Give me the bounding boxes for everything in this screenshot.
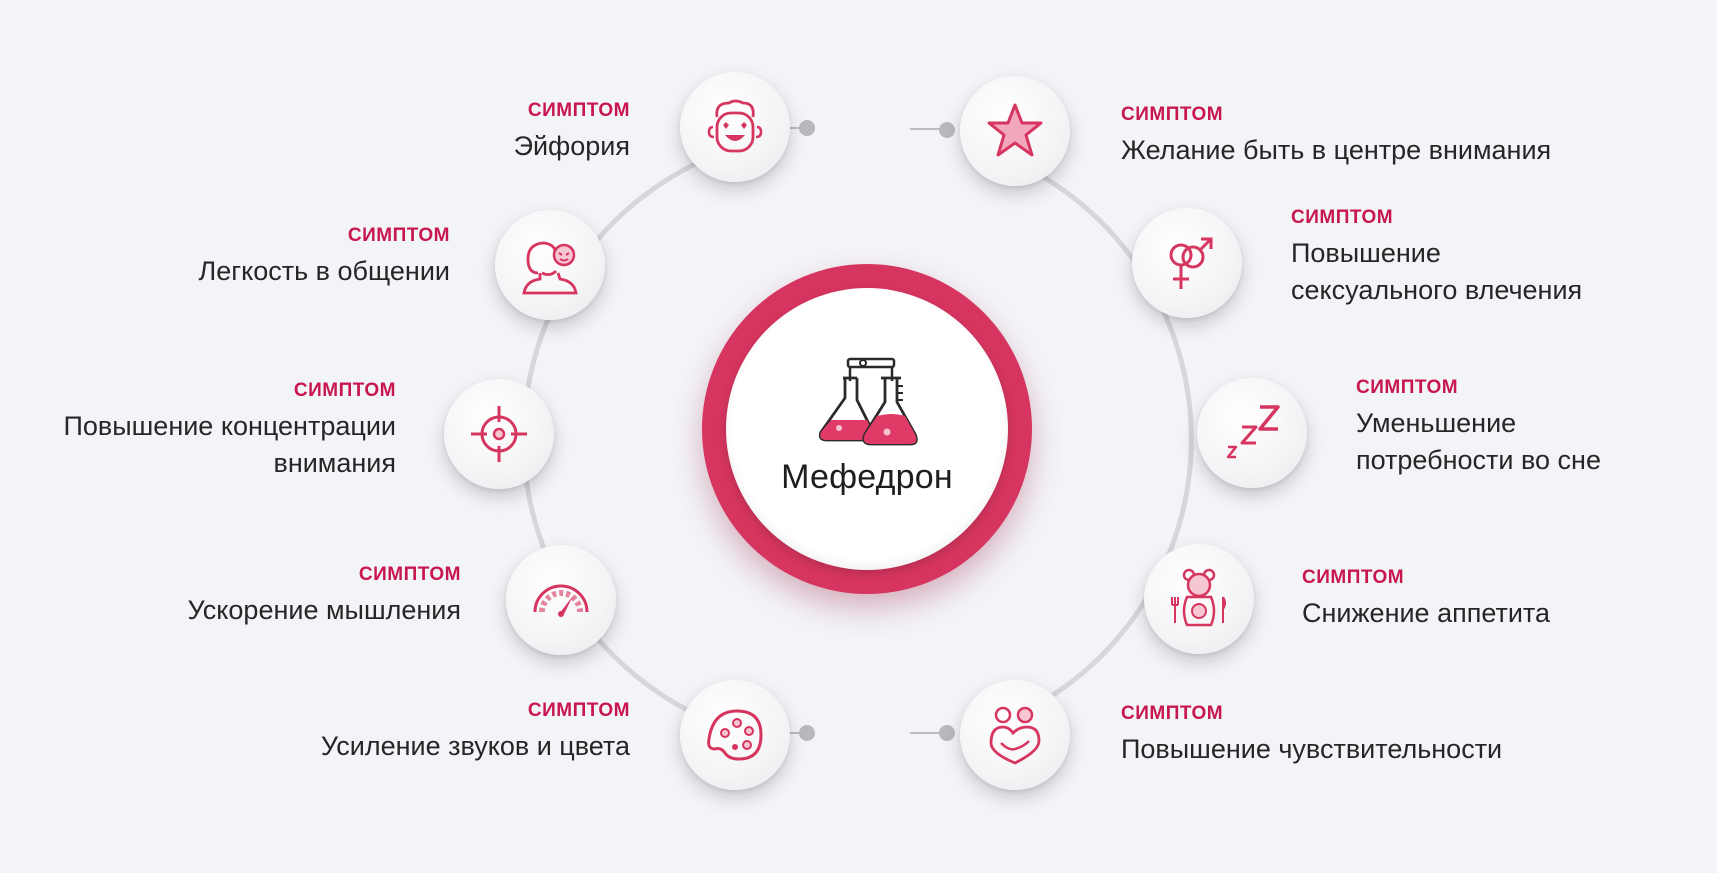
symptom-text: Повышение концентрации внимания xyxy=(63,411,396,478)
symptom-node-sleep xyxy=(1197,378,1307,488)
person-chat-icon xyxy=(522,241,578,295)
connector-dot-bottom-right xyxy=(939,725,955,741)
symptom-text: Легкость в общении xyxy=(198,256,450,286)
symptom-text: Повышение чувствительности xyxy=(1121,734,1503,764)
symptom-node-thinking xyxy=(506,545,616,655)
symptom-text: Уменьшение потребности во сне xyxy=(1356,408,1601,475)
symptom-node-euphoria xyxy=(680,72,790,182)
star-icon xyxy=(987,103,1043,157)
symptom-tag: СИМПТОМ xyxy=(1121,703,1224,724)
symptom-node-concentration xyxy=(444,379,554,489)
center-title: Мефедрон xyxy=(781,457,953,496)
crosshair-icon xyxy=(471,406,527,462)
center-circle: Мефедрон xyxy=(726,288,1008,570)
teddy-bear-icon xyxy=(1171,568,1226,627)
connector-dot-top-right xyxy=(939,122,955,138)
sleep-zzz-icon xyxy=(1226,405,1280,459)
label-thinking: СИМПТОМ Ускорение мышления xyxy=(187,564,461,629)
symptom-tag: СИМПТОМ xyxy=(1356,377,1459,398)
symptom-tag: СИМПТОМ xyxy=(1291,207,1394,228)
symptom-node-appetite xyxy=(1144,544,1254,654)
symptom-tag: СИМПТОМ xyxy=(358,564,461,585)
symptom-text: Повышение сексуального влечения xyxy=(1291,238,1583,305)
symptom-tag: СИМПТОМ xyxy=(1121,104,1224,125)
connector-dot-bottom-left xyxy=(799,725,815,741)
symptom-node-sociability xyxy=(495,210,605,320)
symptom-text: Эйфория xyxy=(513,131,630,161)
speedometer-icon xyxy=(533,584,589,617)
symptom-node-sensitivity xyxy=(960,680,1070,790)
label-sensitivity: СИМПТОМ Повышение чувствительности xyxy=(1121,703,1502,768)
symptom-text: Усиление звуков и цвета xyxy=(320,731,630,761)
symptom-text: Снижение аппетита xyxy=(1302,598,1550,628)
flasks-icon xyxy=(818,357,918,445)
label-sleep: СИМПТОМ Уменьшение потребности во сне xyxy=(1356,377,1676,479)
symptom-node-libido xyxy=(1132,208,1242,318)
symptom-node-sensory xyxy=(680,680,790,790)
happy-face-icon xyxy=(707,99,763,153)
symptom-node-attention xyxy=(960,76,1070,186)
gender-icon xyxy=(1169,237,1213,289)
label-euphoria: СИМПТОМ Эйфория xyxy=(514,100,630,165)
symptom-text: Желание быть в центре внимания xyxy=(1121,135,1552,165)
label-concentration: СИМПТОМ Повышение концентрации внимания xyxy=(36,380,396,482)
symptom-tag: СИМПТОМ xyxy=(527,100,630,121)
palette-icon xyxy=(707,709,763,761)
label-sensory: СИМПТОМ Усиление звуков и цвета xyxy=(321,700,630,765)
label-libido: СИМПТОМ Повышение сексуального влечения xyxy=(1291,207,1611,309)
symptom-tag: СИМПТОМ xyxy=(1302,567,1405,588)
label-attention: СИМПТОМ Желание быть в центре внимания xyxy=(1121,104,1551,169)
hugging-hearts-icon xyxy=(989,706,1041,765)
label-appetite: СИМПТОМ Снижение аппетита xyxy=(1302,567,1550,632)
connector-dot-top-left xyxy=(799,120,815,136)
symptom-tag: СИМПТОМ xyxy=(527,700,630,721)
label-sociability: СИМПТОМ Легкость в общении xyxy=(199,225,450,290)
symptom-text: Ускорение мышления xyxy=(187,595,461,625)
symptom-tag: СИМПТОМ xyxy=(347,225,450,246)
symptom-tag: СИМПТОМ xyxy=(293,380,396,401)
